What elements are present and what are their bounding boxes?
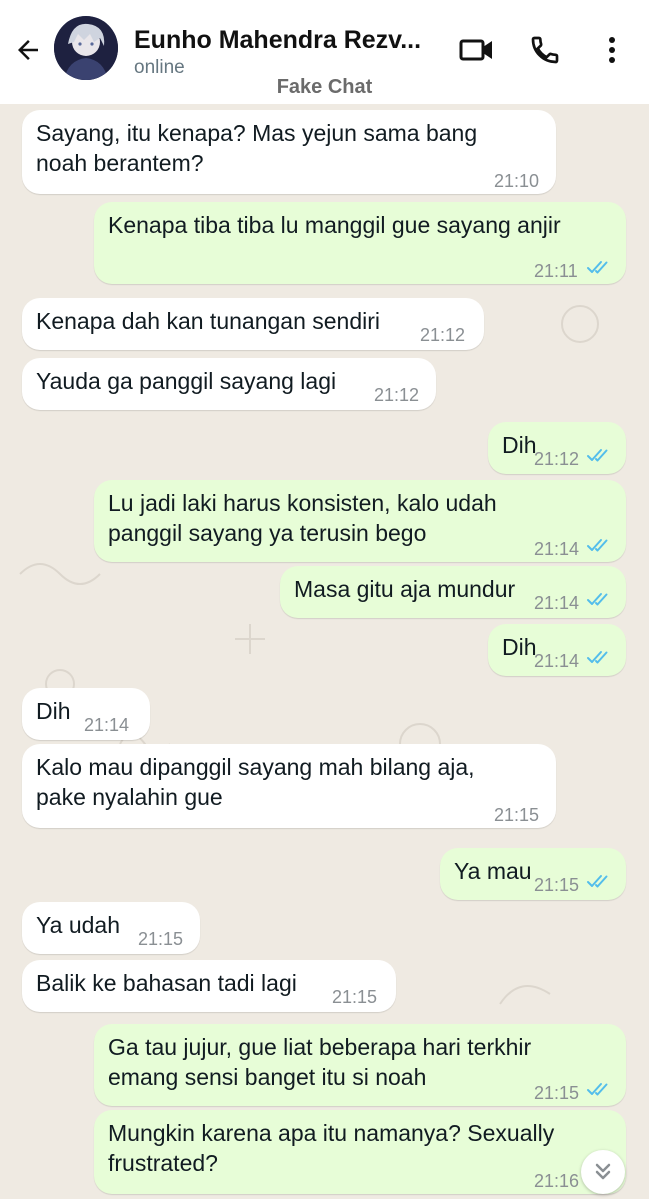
message-text: Dih bbox=[36, 696, 71, 726]
message-text: Kalo mau dipanggil sayang mah bilang aja… bbox=[36, 752, 475, 812]
message-timestamp: 21:15 bbox=[534, 875, 580, 895]
video-call-button[interactable] bbox=[457, 30, 497, 70]
message-line: noah berantem? bbox=[36, 150, 204, 176]
incoming-message-bubble[interactable]: Dih 21:14 bbox=[22, 688, 150, 740]
message-timestamp: 21:14 bbox=[534, 593, 580, 613]
message-timestamp: 21:14 bbox=[534, 651, 580, 671]
message-text: Dih bbox=[502, 430, 537, 460]
outgoing-message-bubble[interactable]: Dih 21:14 bbox=[488, 624, 626, 676]
message-line: emang sensi banget itu si noah bbox=[108, 1064, 427, 1090]
message-text: Kenapa tiba tiba lu manggil gue sayang a… bbox=[108, 210, 561, 240]
message-text: Mungkin karena apa itu namanya? Sexually… bbox=[108, 1118, 554, 1178]
video-camera-icon bbox=[459, 39, 492, 61]
message-text: Dih bbox=[502, 632, 537, 662]
contact-name[interactable]: Eunho Mahendra Rezv... bbox=[134, 26, 421, 55]
more-options-button[interactable] bbox=[592, 30, 632, 70]
message-text: Ga tau jujur, gue liat beberapa hari ter… bbox=[108, 1032, 531, 1092]
incoming-message-bubble[interactable]: Ya udah 21:15 bbox=[22, 902, 200, 954]
incoming-message-bubble[interactable]: Sayang, itu kenapa? Mas yejun sama bang n… bbox=[22, 110, 556, 194]
double-check-icon bbox=[587, 261, 608, 274]
back-button[interactable] bbox=[8, 30, 48, 70]
message-timestamp: 21:12 bbox=[374, 385, 420, 405]
outgoing-message-bubble[interactable]: Mungkin karena apa itu namanya? Sexually… bbox=[94, 1110, 626, 1194]
message-text: Kenapa dah kan tunangan sendiri bbox=[36, 306, 380, 336]
double-check-icon bbox=[587, 651, 608, 664]
incoming-message-bubble[interactable]: Yauda ga panggil sayang lagi 21:12 bbox=[22, 358, 436, 410]
message-timestamp: 21:12 bbox=[534, 449, 580, 469]
incoming-message-bubble[interactable]: Kenapa dah kan tunangan sendiri 21:12 bbox=[22, 298, 484, 350]
message-line: Kenapa tiba tiba lu manggil gue sayang a… bbox=[108, 212, 561, 238]
message-line: Lu jadi laki harus konsisten, kalo udah bbox=[108, 490, 497, 516]
double-check-icon bbox=[587, 539, 608, 552]
message-timestamp: 21:15 bbox=[534, 1083, 580, 1103]
message-timestamp: 21:15 bbox=[332, 987, 378, 1007]
double-chevron-down-icon bbox=[595, 1163, 611, 1180]
scroll-to-bottom-button[interactable] bbox=[581, 1150, 625, 1194]
voice-call-button[interactable] bbox=[525, 30, 565, 70]
message-line: frustrated? bbox=[108, 1150, 218, 1176]
outgoing-message-bubble[interactable]: Masa gitu aja mundur 21:14 bbox=[280, 566, 626, 618]
message-line: Ya udah bbox=[36, 912, 120, 938]
message-line: Ga tau jujur, gue liat beberapa hari ter… bbox=[108, 1034, 532, 1060]
message-timestamp: 21:11 bbox=[534, 261, 578, 281]
arrow-left-icon bbox=[18, 40, 38, 60]
double-check-icon bbox=[587, 593, 608, 606]
outgoing-message-bubble[interactable]: Ya mau 21:15 bbox=[440, 848, 626, 900]
double-check-icon bbox=[587, 875, 608, 888]
more-vertical-icon bbox=[609, 37, 615, 63]
message-text: Yauda ga panggil sayang lagi bbox=[36, 366, 336, 396]
outgoing-message-bubble[interactable]: Lu jadi laki harus konsisten, kalo udah p… bbox=[94, 480, 626, 562]
message-line: panggil sayang ya terusin bego bbox=[108, 520, 427, 546]
message-list[interactable]: Sayang, itu kenapa? Mas yejun sama bang n… bbox=[0, 104, 649, 1199]
message-timestamp: 21:15 bbox=[494, 805, 540, 825]
message-line: Dih bbox=[502, 634, 537, 660]
message-line: Kalo mau dipanggil sayang mah bilang aja… bbox=[36, 754, 475, 780]
message-line: Masa gitu aja mundur bbox=[294, 576, 516, 602]
message-text: Lu jadi laki harus konsisten, kalo udah p… bbox=[108, 488, 497, 548]
double-check-icon bbox=[587, 1083, 608, 1096]
message-timestamp: 21:10 bbox=[494, 171, 540, 191]
message-line: pake nyalahin gue bbox=[36, 784, 223, 810]
message-timestamp: 21:15 bbox=[138, 929, 184, 949]
phone-icon bbox=[531, 36, 559, 64]
avatar-image bbox=[54, 16, 118, 80]
message-timestamp: 21:14 bbox=[534, 539, 580, 559]
contact-avatar[interactable] bbox=[54, 16, 118, 80]
message-line: Sayang, itu kenapa? Mas yejun sama bang bbox=[36, 120, 478, 146]
outgoing-message-bubble[interactable]: Dih 21:12 bbox=[488, 422, 626, 474]
message-timestamp: 21:12 bbox=[420, 325, 466, 345]
message-timestamp: 21:16 bbox=[534, 1171, 580, 1191]
message-text: Ya udah bbox=[36, 910, 120, 940]
message-line: Mungkin karena apa itu namanya? Sexually bbox=[108, 1120, 555, 1146]
message-line: Balik ke bahasan tadi lagi bbox=[36, 970, 297, 996]
outgoing-message-bubble[interactable]: Ga tau jujur, gue liat beberapa hari ter… bbox=[94, 1024, 626, 1106]
message-text: Balik ke bahasan tadi lagi bbox=[36, 968, 297, 998]
message-text: Masa gitu aja mundur bbox=[294, 574, 515, 604]
incoming-message-bubble[interactable]: Kalo mau dipanggil sayang mah bilang aja… bbox=[22, 744, 556, 828]
incoming-message-bubble[interactable]: Balik ke bahasan tadi lagi 21:15 bbox=[22, 960, 396, 1012]
message-timestamp: 21:14 bbox=[84, 715, 130, 735]
message-line: Dih bbox=[36, 698, 71, 724]
fake-chat-label: Fake Chat bbox=[276, 76, 373, 98]
message-line: Ya mau bbox=[454, 858, 532, 884]
chat-header: Eunho Mahendra Rezv... online Fake Chat bbox=[0, 0, 649, 104]
message-line: Dih bbox=[502, 432, 537, 458]
outgoing-message-bubble[interactable]: Kenapa tiba tiba lu manggil gue sayang a… bbox=[94, 202, 626, 284]
message-text: Ya mau bbox=[454, 856, 532, 886]
message-line: Kenapa dah kan tunangan sendiri bbox=[36, 308, 381, 334]
message-text: Sayang, itu kenapa? Mas yejun sama bang n… bbox=[36, 118, 477, 178]
message-line: Yauda ga panggil sayang lagi bbox=[36, 368, 337, 394]
double-check-icon bbox=[587, 449, 608, 462]
